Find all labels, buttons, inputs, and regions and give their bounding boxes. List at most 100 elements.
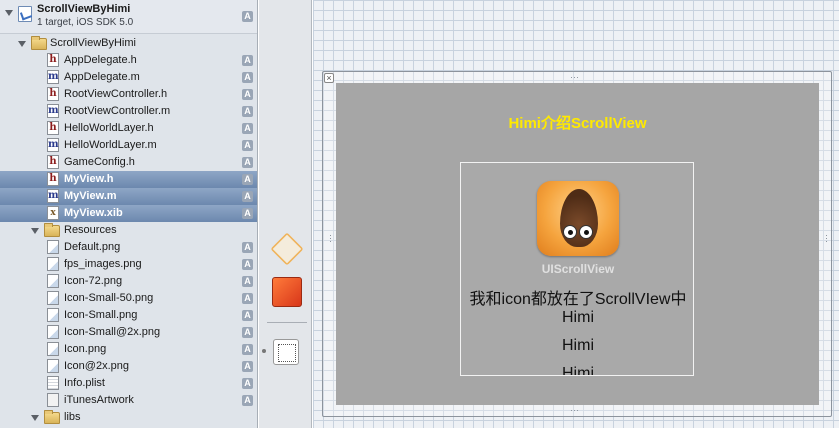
cocos2d-app-icon[interactable] bbox=[537, 181, 619, 256]
navigator-item[interactable]: m AppDelegate.m A bbox=[0, 69, 257, 86]
navigator-item-label: Icon-72.png bbox=[64, 275, 123, 287]
source-control-badge: A bbox=[242, 55, 253, 66]
png-file-icon bbox=[47, 359, 59, 373]
plist-file-icon bbox=[47, 376, 59, 390]
png-file-icon bbox=[47, 257, 59, 271]
navigator-item-label: Icon-Small-50.png bbox=[64, 292, 154, 304]
source-control-badge: A bbox=[242, 191, 253, 202]
m-file-icon: m bbox=[47, 70, 59, 84]
source-control-badge: A bbox=[242, 157, 253, 168]
source-control-badge: A bbox=[242, 208, 253, 219]
project-row[interactable]: ScrollViewByHimi 1 target, iOS SDK 5.0 A bbox=[0, 0, 257, 34]
source-control-badge: A bbox=[242, 11, 253, 22]
scroll-view-caption: UIScrollView bbox=[541, 262, 615, 276]
h-file-icon: h bbox=[47, 53, 59, 67]
navigator-item[interactable]: h RootViewController.h A bbox=[0, 86, 257, 103]
navigator-item-label: libs bbox=[64, 411, 81, 423]
folder-icon bbox=[31, 36, 47, 50]
navigator-item[interactable]: Icon-Small@2x.png A bbox=[0, 324, 257, 341]
source-control-badge: A bbox=[242, 123, 253, 134]
view-indicator-dot-icon bbox=[262, 349, 266, 353]
navigator-item[interactable]: m MyView.m A bbox=[0, 188, 257, 205]
source-control-badge: A bbox=[242, 242, 253, 253]
navigator-item[interactable]: Icon-Small-50.png A bbox=[0, 290, 257, 307]
navigator-item[interactable]: h MyView.h A bbox=[0, 171, 257, 188]
source-control-badge: A bbox=[242, 293, 253, 304]
resize-handle-icon[interactable]: ⋯ bbox=[326, 234, 336, 242]
disclosure-triangle-icon[interactable] bbox=[31, 228, 39, 234]
source-control-badge: A bbox=[242, 361, 253, 372]
folder-icon bbox=[44, 223, 60, 237]
scroll-view-text-label[interactable]: 我和icon都放在了ScrollVIew中 bbox=[461, 285, 693, 309]
project-subtitle: 1 target, iOS SDK 5.0 bbox=[37, 17, 134, 28]
disclosure-triangle-icon[interactable] bbox=[18, 41, 26, 47]
source-control-badge: A bbox=[242, 344, 253, 355]
png-file-icon bbox=[47, 291, 59, 305]
navigator-item-label: Default.png bbox=[64, 241, 121, 253]
disclosure-triangle-icon[interactable] bbox=[5, 10, 13, 16]
png-file-icon bbox=[47, 240, 59, 254]
png-file-icon bbox=[47, 308, 59, 322]
navigator-item[interactable]: Info.plist A bbox=[0, 375, 257, 392]
navigator-item-label: Icon-Small.png bbox=[64, 309, 138, 321]
object-library bbox=[259, 0, 312, 428]
object-cube-icon[interactable] bbox=[270, 232, 304, 266]
navigator-item[interactable]: Icon-72.png A bbox=[0, 273, 257, 290]
navigator-item[interactable]: Icon-Small.png A bbox=[0, 307, 257, 324]
himi-label[interactable]: Himi bbox=[461, 365, 693, 375]
navigator-item[interactable]: Icon.png A bbox=[0, 341, 257, 358]
navigator-item-label: GameConfig.h bbox=[64, 156, 135, 168]
navigator-item-label: HelloWorldLayer.m bbox=[64, 139, 157, 151]
navigator-item[interactable]: h GameConfig.h A bbox=[0, 154, 257, 171]
navigator-item-label: iTunesArtwork bbox=[64, 394, 134, 406]
himi-label[interactable]: Himi bbox=[461, 309, 693, 327]
h-file-icon: h bbox=[47, 87, 59, 101]
navigator-item[interactable]: m HelloWorldLayer.m A bbox=[0, 137, 257, 154]
scroll-view[interactable]: UIScrollView 我和icon都放在了ScrollVIew中 Himi … bbox=[460, 162, 694, 376]
navigator-item[interactable]: Icon@2x.png A bbox=[0, 358, 257, 375]
m-file-icon: m bbox=[47, 104, 59, 118]
navigator-item-label: Icon@2x.png bbox=[64, 360, 129, 372]
resize-handle-icon[interactable]: ⋯ bbox=[570, 405, 579, 416]
navigator-item[interactable]: x MyView.xib A bbox=[0, 205, 257, 222]
navigator-item-label: MyView.xib bbox=[64, 207, 123, 219]
m-file-icon: m bbox=[47, 189, 59, 203]
navigator-item[interactable]: libs bbox=[0, 409, 257, 426]
view-object-icon[interactable] bbox=[273, 339, 299, 365]
himi-label[interactable]: Himi bbox=[461, 337, 693, 355]
source-control-badge: A bbox=[242, 140, 253, 151]
close-view-icon[interactable]: × bbox=[324, 73, 334, 83]
navigator-item[interactable]: ScrollViewByHimi bbox=[0, 35, 257, 52]
left-eye bbox=[563, 225, 577, 239]
source-control-badge: A bbox=[242, 174, 253, 185]
navigator-item-label: Resources bbox=[64, 224, 117, 236]
disclosure-triangle-icon[interactable] bbox=[31, 415, 39, 421]
navigator-item[interactable]: Resources bbox=[0, 222, 257, 239]
source-control-badge: A bbox=[242, 259, 253, 270]
m-file-icon: m bbox=[47, 138, 59, 152]
navigator-item[interactable]: Default.png A bbox=[0, 239, 257, 256]
source-control-badge: A bbox=[242, 378, 253, 389]
source-control-badge: A bbox=[242, 395, 253, 406]
resize-handle-icon[interactable]: ⋯ bbox=[822, 234, 832, 242]
source-control-badge: A bbox=[242, 72, 253, 83]
navigator-item[interactable]: h AppDelegate.h A bbox=[0, 52, 257, 69]
navigator-item-label: AppDelegate.m bbox=[64, 71, 140, 83]
source-control-badge: A bbox=[242, 276, 253, 287]
navigator-item[interactable]: h HelloWorldLayer.h A bbox=[0, 120, 257, 137]
source-control-badge: A bbox=[242, 89, 253, 100]
xcode-project-icon bbox=[18, 6, 32, 22]
navigator-item[interactable]: iTunesArtwork A bbox=[0, 392, 257, 409]
resize-handle-icon[interactable]: ⋯ bbox=[570, 72, 579, 83]
library-divider bbox=[267, 322, 307, 323]
navigator-item-label: AppDelegate.h bbox=[64, 54, 137, 66]
png-file-icon bbox=[47, 325, 59, 339]
pinecone-body bbox=[560, 189, 598, 247]
art-file-icon bbox=[47, 393, 59, 407]
navigator-item[interactable]: fps_images.png A bbox=[0, 256, 257, 273]
custom-object-cube-icon[interactable] bbox=[272, 277, 302, 307]
title-label[interactable]: Himi介绍ScrollView bbox=[336, 112, 819, 133]
navigator-item[interactable]: m RootViewController.m A bbox=[0, 103, 257, 120]
xib-file-icon: x bbox=[47, 206, 59, 220]
png-file-icon bbox=[47, 274, 59, 288]
